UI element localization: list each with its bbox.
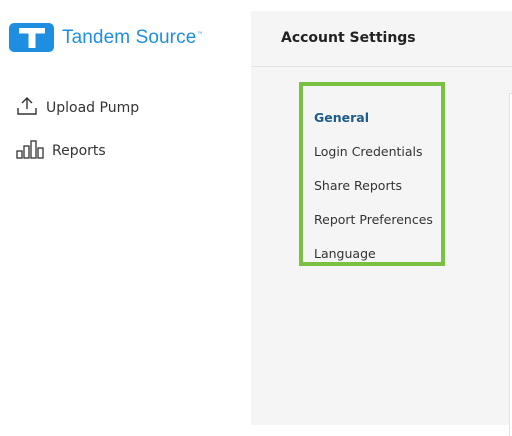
sidebar-item-upload-pump[interactable]: Upload Pump	[16, 95, 139, 121]
sidebar-item-reports[interactable]: Reports	[16, 138, 106, 164]
page-header: Account Settings	[251, 11, 512, 67]
sidebar: Tandem Source™ Upload Pump Reports	[0, 0, 251, 425]
main-content: Account Settings General Login Credentia…	[251, 11, 512, 436]
settings-menu-item-share-reports[interactable]: Share Reports	[314, 178, 402, 193]
settings-menu-item-report-preferences[interactable]: Report Preferences	[314, 212, 433, 227]
settings-menu-item-general[interactable]: General	[314, 110, 369, 125]
settings-menu: General Login Credentials Share Reports …	[299, 82, 445, 266]
bar-chart-icon	[16, 138, 44, 164]
brand-logo[interactable]: Tandem Source™	[9, 23, 202, 52]
sidebar-item-label: Reports	[52, 143, 106, 159]
settings-menu-item-login-credentials[interactable]: Login Credentials	[314, 144, 423, 159]
brand-name: Tandem Source™	[62, 26, 203, 48]
upload-icon	[16, 95, 38, 121]
tandem-logo-icon	[9, 23, 54, 52]
page-title: Account Settings	[281, 30, 416, 46]
sidebar-item-label: Upload Pump	[46, 100, 140, 116]
settings-menu-item-language[interactable]: Language	[314, 246, 376, 261]
